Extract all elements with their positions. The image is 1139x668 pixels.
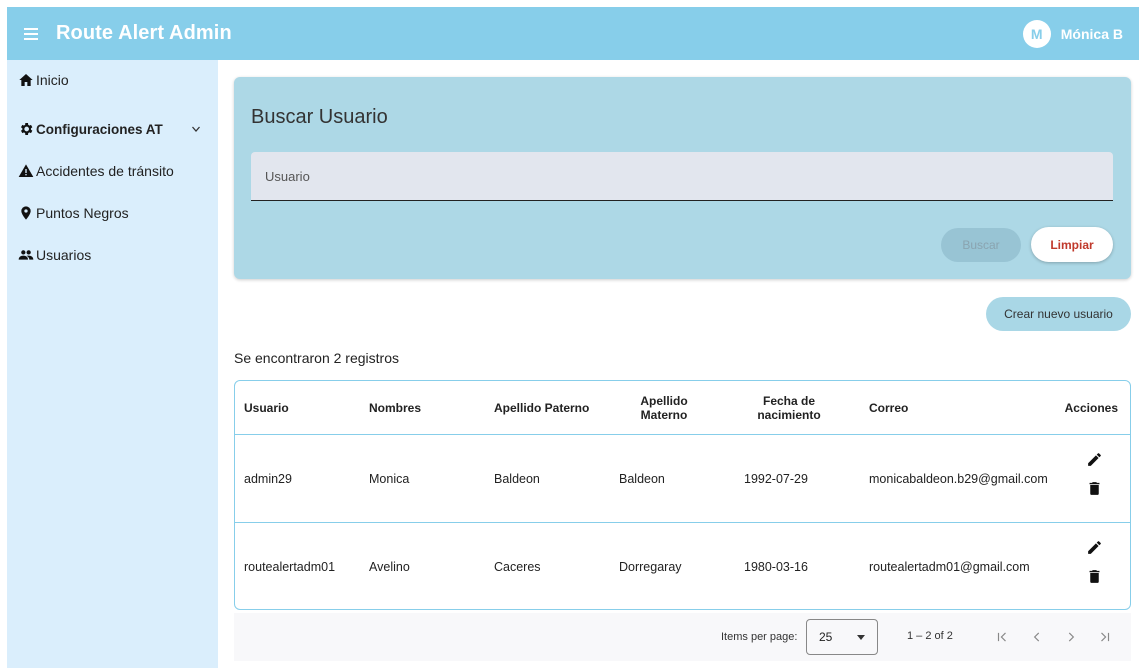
previous-page-icon[interactable]	[1027, 627, 1047, 647]
column-header: Acciones	[1064, 400, 1118, 415]
search-user-card: Buscar Usuario Buscar Limpiar	[234, 77, 1131, 279]
sidebar-item-label: Accidentes de tránsito	[36, 163, 174, 179]
users-table: Usuario Nombres Apellido Paterno Apellid…	[234, 380, 1131, 610]
page-range: 1 – 2 of 2	[907, 630, 953, 642]
cell-nombres: Avelino	[369, 560, 410, 574]
top-app-bar: Route Alert Admin M Mónica B	[7, 7, 1139, 60]
table-row: admin29 Monica Baldeon Baldeon 1992-07-2…	[235, 435, 1130, 523]
clear-button[interactable]: Limpiar	[1031, 227, 1113, 262]
sidebar-item-inicio[interactable]: Inicio	[7, 60, 218, 100]
paginator: Items per page: 25 1 – 2 of 2	[234, 613, 1131, 661]
result-count: Se encontraron 2 registros	[234, 350, 399, 366]
column-header[interactable]: Usuario	[244, 381, 289, 434]
map-pin-icon	[21, 206, 31, 220]
user-menu[interactable]: M Mónica B	[1022, 20, 1123, 48]
sidebar-item-usuarios[interactable]: Usuarios	[7, 234, 218, 276]
delete-icon[interactable]	[1086, 568, 1103, 585]
cell-fecha-nacimiento: 1980-03-16	[744, 560, 808, 574]
edit-icon[interactable]	[1086, 451, 1103, 468]
sidebar-item-label: Puntos Negros	[36, 205, 129, 221]
cell-apellido-paterno: Baldeon	[494, 471, 540, 486]
sidebar-item-puntos-negros[interactable]: Puntos Negros	[7, 192, 218, 234]
warning-icon	[18, 164, 34, 177]
cell-correo: routealertadm01@gmail.com	[869, 560, 1030, 574]
sidebar-item-configuraciones[interactable]: Configuraciones AT	[7, 108, 218, 150]
row-actions	[1086, 539, 1103, 585]
home-icon	[19, 74, 33, 86]
app-title: Route Alert Admin	[56, 22, 232, 44]
page-size-value: 25	[819, 630, 833, 644]
sidebar-item-label: Usuarios	[36, 247, 92, 263]
user-search-field[interactable]	[251, 152, 1113, 201]
search-title: Buscar Usuario	[251, 106, 388, 128]
menu-icon[interactable]	[24, 24, 44, 44]
avatar: M	[1022, 20, 1051, 48]
column-header[interactable]: Correo	[869, 381, 908, 434]
users-icon	[18, 250, 34, 260]
cell-apellido-paterno: Caceres	[494, 560, 541, 574]
cell-nombres: Monica	[369, 471, 410, 486]
column-header[interactable]: Apellido Materno	[619, 381, 709, 434]
table-row: routealertadm01 Avelino Caceres Dorregar…	[235, 523, 1130, 609]
user-search-input[interactable]	[251, 152, 1113, 200]
items-per-page-label: Items per page:	[721, 631, 798, 643]
table-header-row: Usuario Nombres Apellido Paterno Apellid…	[235, 381, 1130, 435]
row-actions	[1086, 451, 1103, 497]
column-header[interactable]: Apellido Paterno	[494, 381, 589, 434]
dropdown-arrow-icon	[857, 635, 865, 640]
cell-fecha-nacimiento: 1992-07-29	[744, 471, 808, 486]
column-header[interactable]: Fecha de nacimiento	[744, 381, 834, 434]
last-page-icon[interactable]	[1095, 627, 1115, 647]
delete-icon[interactable]	[1086, 480, 1103, 497]
next-page-icon[interactable]	[1061, 627, 1081, 647]
sidebar-item-label: Configuraciones AT	[36, 121, 163, 137]
sidebar: Inicio Configuraciones AT Accidentes de …	[7, 60, 218, 668]
cell-usuario: routealertadm01	[244, 560, 336, 574]
cell-usuario: admin29	[244, 471, 292, 486]
chevron-down-icon	[192, 126, 200, 132]
gear-icon	[21, 123, 33, 135]
search-button[interactable]: Buscar	[941, 228, 1021, 262]
user-name: Mónica B	[1060, 26, 1123, 42]
cell-apellido-materno: Baldeon	[619, 471, 665, 486]
page-size-select[interactable]: 25	[806, 619, 878, 655]
column-header[interactable]: Nombres	[369, 381, 421, 434]
edit-icon[interactable]	[1086, 539, 1103, 556]
cell-apellido-materno: Dorregaray	[619, 560, 682, 574]
first-page-icon[interactable]	[992, 627, 1012, 647]
sidebar-item-accidentes[interactable]: Accidentes de tránsito	[7, 150, 218, 192]
cell-correo: monicabaldeon.b29@gmail.com	[869, 471, 1048, 486]
sidebar-item-label: Inicio	[36, 72, 69, 88]
create-user-button[interactable]: Crear nuevo usuario	[986, 297, 1131, 331]
